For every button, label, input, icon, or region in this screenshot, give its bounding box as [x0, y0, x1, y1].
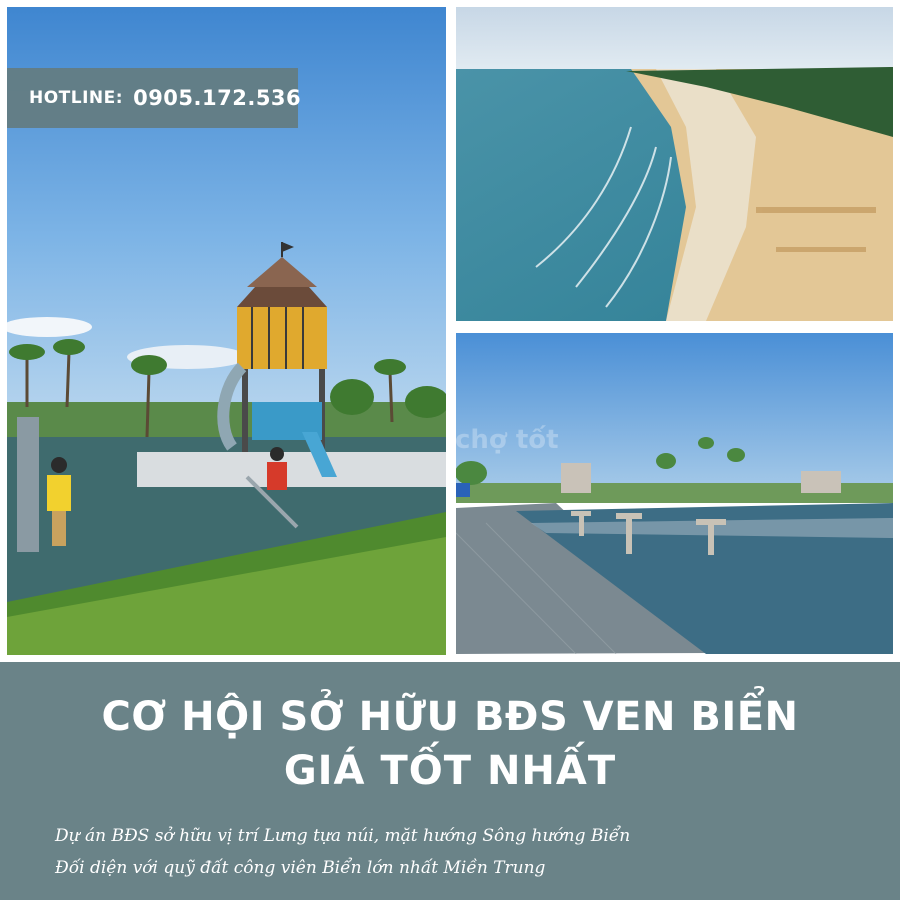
fountain-photo	[456, 333, 893, 654]
headline: CƠ HỘI SỞ HỮU BĐS VEN BIỂN GIÁ TỐT NHẤT	[0, 690, 900, 798]
headline-line-1: CƠ HỘI SỞ HỮU BĐS VEN BIỂN	[101, 694, 799, 740]
beach-photo	[456, 7, 893, 321]
headline-line-2: GIÁ TỐT NHẤT	[283, 748, 617, 794]
hotline-label: HOTLINE:	[29, 88, 124, 108]
description-line-1: Dự án BĐS sở hữu vị trí Lưng tựa núi, mặ…	[55, 826, 631, 846]
description: Dự án BĐS sở hữu vị trí Lưng tựa núi, mặ…	[55, 820, 630, 884]
watermark: chợ tốt	[455, 425, 559, 455]
ad-poster: chợ tốt HOTLINE: 0905.172.536 CƠ HỘI SỞ …	[0, 0, 900, 900]
description-line-2: Đối diện với quỹ đất công viên Biển lớn …	[55, 858, 546, 878]
hotline-banner: HOTLINE: 0905.172.536	[7, 68, 301, 128]
hotline-number[interactable]: 0905.172.536	[133, 86, 301, 110]
